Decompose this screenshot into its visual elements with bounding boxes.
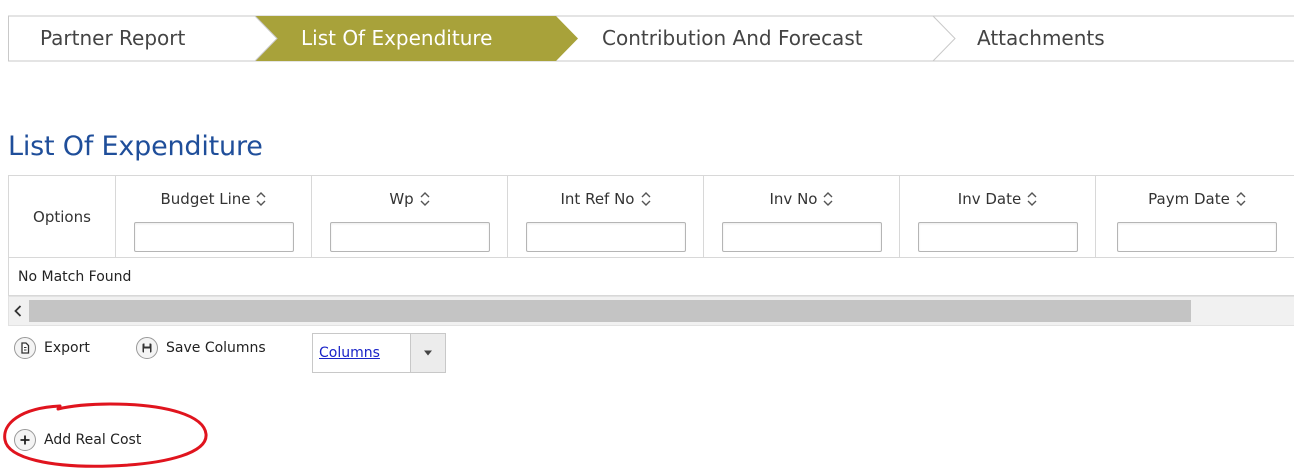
- column-label: Budget Line: [160, 189, 251, 208]
- horizontal-scrollbar[interactable]: [8, 296, 1294, 326]
- column-header-inv-no: Inv No: [703, 175, 900, 258]
- filter-input-wp[interactable]: [329, 221, 490, 252]
- step-list-of-expenditure[interactable]: List Of Expenditure: [301, 15, 492, 62]
- column-sort-inv-date[interactable]: Inv Date: [958, 188, 1037, 210]
- column-header-int-ref-no: Int Ref No: [507, 175, 704, 258]
- annotation-ring: [3, 402, 208, 468]
- export-icon: [14, 337, 36, 359]
- column-label: Paym Date: [1148, 189, 1230, 208]
- sort-icon: [823, 191, 833, 206]
- filter-input-inv-no[interactable]: [721, 221, 882, 252]
- page-title: List Of Expenditure: [8, 131, 263, 162]
- save-columns-label: Save Columns: [166, 340, 266, 356]
- wizard-steps: Partner Report List Of Expenditure Contr…: [8, 15, 1294, 62]
- scrollbar-thumb[interactable]: [29, 300, 1191, 322]
- column-header-inv-date: Inv Date: [899, 175, 1096, 258]
- step-partner-report[interactable]: Partner Report: [40, 15, 185, 62]
- expenditure-table: Options Budget Line Wp Int Ref No Inv No…: [8, 175, 1294, 296]
- table-row: No Match Found: [8, 257, 1294, 296]
- scroll-left-button[interactable]: [9, 297, 27, 325]
- column-sort-budget-line[interactable]: Budget Line: [161, 188, 267, 210]
- column-sort-wp[interactable]: Wp: [389, 188, 430, 210]
- column-header-wp: Wp: [311, 175, 508, 258]
- sort-icon: [256, 191, 266, 206]
- column-label: Wp: [389, 189, 414, 208]
- sort-icon: [1027, 191, 1037, 206]
- options-column-header: Options: [8, 175, 116, 258]
- chevron-left-icon: [14, 305, 22, 317]
- export-button[interactable]: Export: [14, 337, 90, 359]
- column-label: Int Ref No: [560, 189, 635, 208]
- column-sort-int-ref-no[interactable]: Int Ref No: [560, 188, 650, 210]
- filter-input-inv-date[interactable]: [917, 221, 1078, 252]
- filter-input-int-ref-no[interactable]: [525, 221, 686, 252]
- sort-icon: [1236, 191, 1246, 206]
- export-label: Export: [44, 340, 90, 356]
- save-columns-button[interactable]: Save Columns: [136, 337, 266, 359]
- filter-input-budget-line[interactable]: [133, 221, 294, 252]
- column-label: Inv Date: [957, 189, 1022, 208]
- column-header-paym-date: Paym Date: [1095, 175, 1294, 258]
- column-sort-paym-date[interactable]: Paym Date: [1148, 188, 1246, 210]
- columns-dropdown-toggle[interactable]: [410, 334, 445, 372]
- caret-down-icon: [424, 350, 432, 356]
- step-attachments[interactable]: Attachments: [977, 15, 1105, 62]
- column-label: Inv No: [769, 189, 818, 208]
- column-header-budget-line: Budget Line: [115, 175, 312, 258]
- table-header-row: Options Budget Line Wp Int Ref No Inv No…: [8, 175, 1294, 258]
- save-icon: [136, 337, 158, 359]
- columns-select-label[interactable]: Columns: [313, 334, 410, 372]
- sort-icon: [641, 191, 650, 206]
- columns-select[interactable]: Columns: [312, 333, 446, 373]
- step-contribution-and-forecast[interactable]: Contribution And Forecast: [602, 15, 863, 62]
- empty-message: No Match Found: [8, 257, 1294, 296]
- column-sort-inv-no[interactable]: Inv No: [770, 188, 834, 210]
- filter-input-paym-date[interactable]: [1117, 221, 1277, 252]
- sort-icon: [420, 191, 430, 206]
